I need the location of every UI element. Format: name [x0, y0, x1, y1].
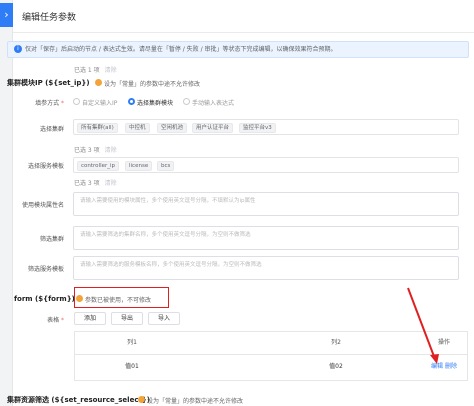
section-title-resource-select: 集群资源筛选 (${set_resource_select})	[7, 396, 150, 404]
warning-icon	[138, 396, 145, 403]
constant-hint: 设为「常量」的参数中途不允许修改	[138, 396, 243, 405]
constant-hint-text: 设为「常量」的参数中途不允许修改	[147, 398, 244, 405]
annotation-arrow	[407, 287, 439, 364]
